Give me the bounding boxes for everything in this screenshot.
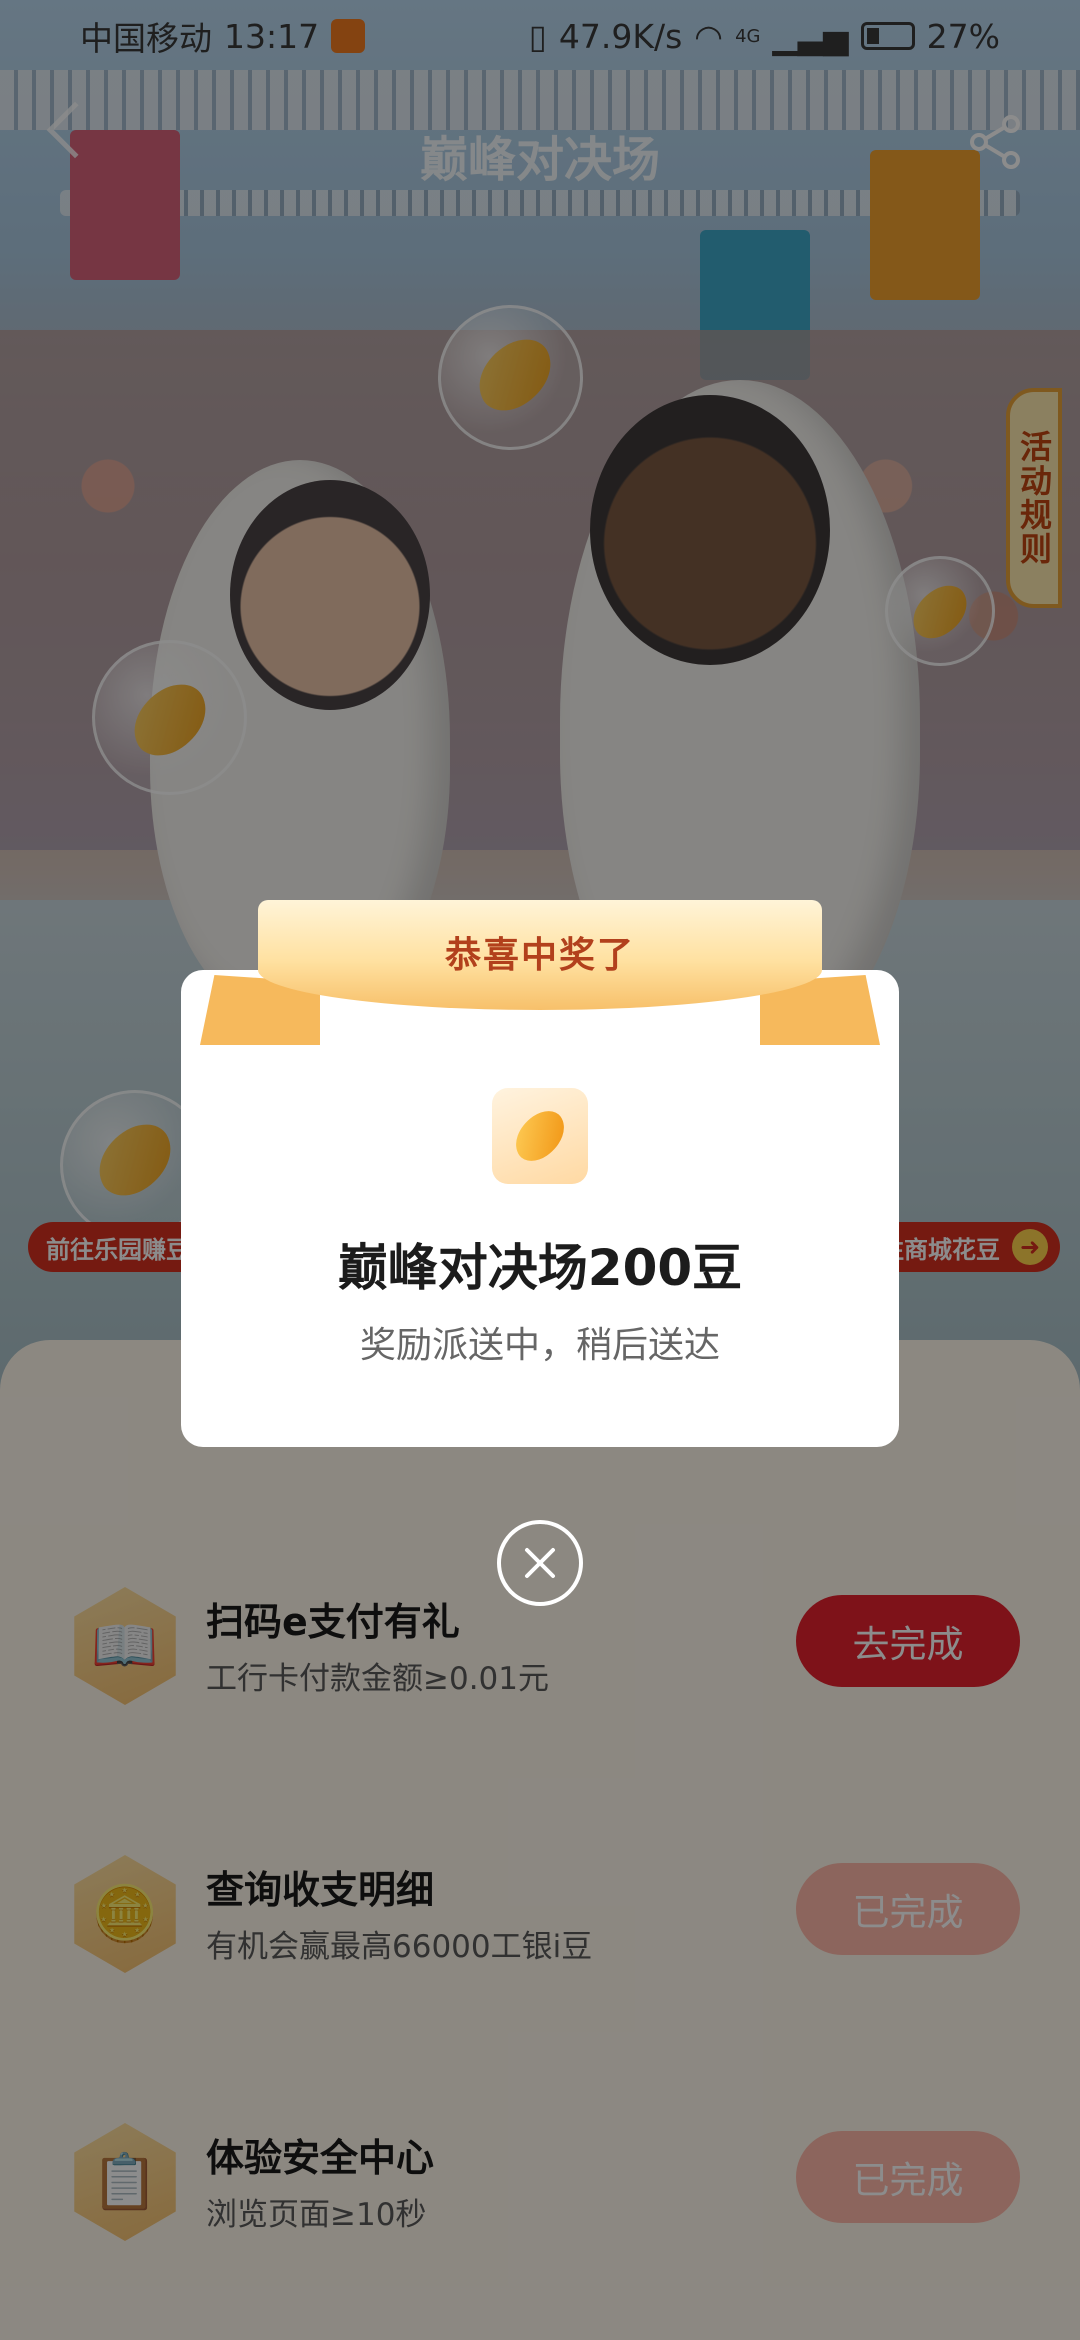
reward-subtitle: 奖励派送中，稍后送达 xyxy=(359,1325,720,1366)
bean-icon xyxy=(505,1103,575,1169)
close-button[interactable] xyxy=(497,1520,583,1606)
reward-title: 巅峰对决场200豆 xyxy=(337,1239,743,1297)
congrats-ribbon: 恭喜中奖了 xyxy=(258,900,822,1010)
congrats-text: 恭喜中奖了 xyxy=(444,935,635,976)
bean-reward-icon xyxy=(492,1088,588,1184)
close-icon xyxy=(525,1548,555,1578)
